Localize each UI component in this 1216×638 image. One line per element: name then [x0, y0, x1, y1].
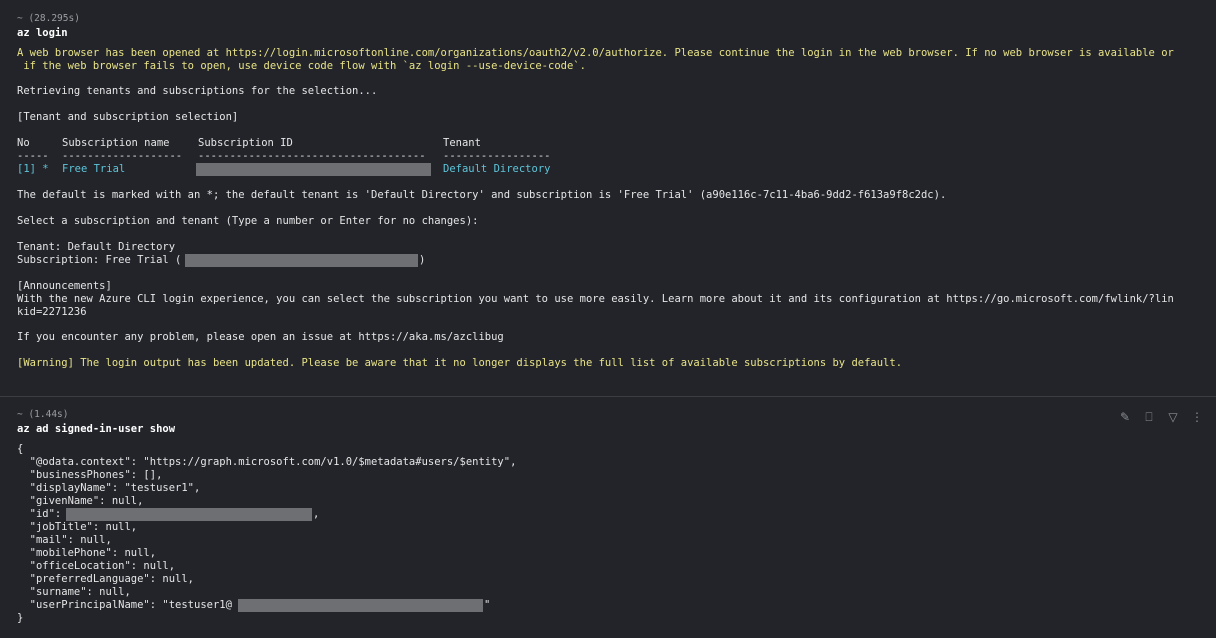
json-line: "givenName": null,	[17, 495, 144, 507]
bookmark-icon[interactable]: ⎕	[1142, 410, 1156, 425]
block-toolbar: ✎ ⎕ ▽ ⋮	[1118, 410, 1204, 425]
retrieving-message: Retrieving tenants and subscriptions for…	[17, 85, 378, 97]
json-line: "mail": null,	[17, 534, 112, 546]
warning-message: [Warning] The login output has been upda…	[17, 357, 903, 369]
command-block-signed-in-user[interactable]: ~ (1.44s) az ad signed-in-user show ✎ ⎕ …	[0, 397, 1216, 638]
announcements-title: [Announcements]	[17, 280, 112, 292]
selection-section-title: [Tenant and subscription selection]	[17, 111, 239, 123]
table-row-tenant: Default Directory	[443, 163, 551, 175]
command-block-az-login[interactable]: ~ (28.295s) az login A web browser has b…	[0, 0, 1216, 396]
table-header-tenant: Tenant	[443, 137, 481, 149]
announcement-line1: With the new Azure CLI login experience,…	[17, 293, 1174, 305]
json-line: "userPrincipalName": "testuser1@	[17, 599, 232, 611]
table-sep-name: -------------------	[62, 150, 183, 162]
browser-message-line2: if the web browser fails to open, use de…	[17, 60, 586, 72]
json-line: "jobTitle": null,	[17, 521, 138, 533]
json-line: "id":	[17, 508, 68, 520]
command-duration: ~ (1.44s)	[17, 409, 69, 420]
json-line: }	[17, 612, 24, 624]
json-line: "displayName": "testuser1",	[17, 482, 201, 494]
redacted-subscription-value	[185, 254, 418, 267]
table-sep-no: -----	[17, 150, 49, 162]
json-line: "preferredLanguage": null,	[17, 573, 195, 585]
redacted-user-id	[66, 508, 312, 521]
table-header-id: Subscription ID	[198, 137, 293, 149]
json-id-suffix: ,	[313, 508, 320, 520]
command-text: az ad signed-in-user show	[17, 423, 176, 435]
problem-message: If you encounter any problem, please ope…	[17, 331, 504, 343]
select-prompt: Select a subscription and tenant (Type a…	[17, 215, 479, 227]
table-sep-id: ------------------------------------	[198, 150, 426, 162]
redacted-subscription-id	[196, 163, 431, 176]
table-row-no: [1] *	[17, 163, 49, 175]
json-line: {	[17, 443, 24, 455]
redacted-upn-domain	[238, 599, 483, 612]
json-line: "businessPhones": [],	[17, 469, 163, 481]
json-line: "officeLocation": null,	[17, 560, 176, 572]
tenant-line: Tenant: Default Directory	[17, 241, 176, 253]
subscription-line-prefix: Subscription: Free Trial (	[17, 254, 182, 266]
table-sep-tenant: -----------------	[443, 150, 551, 162]
default-message: The default is marked with an *; the def…	[17, 189, 947, 201]
json-upn-suffix: "	[484, 599, 491, 611]
subscription-line-suffix: )	[419, 254, 426, 266]
json-line: "surname": null,	[17, 586, 131, 598]
more-icon[interactable]: ⋮	[1190, 410, 1204, 425]
filter-icon[interactable]: ▽	[1166, 410, 1180, 425]
pin-icon[interactable]: ✎	[1118, 410, 1132, 425]
command-text: az login	[17, 27, 68, 39]
command-duration: ~ (28.295s)	[17, 13, 80, 24]
table-row-name: Free Trial	[62, 163, 126, 175]
json-line: "mobilePhone": null,	[17, 547, 157, 559]
table-header-no: No	[17, 137, 30, 149]
table-header-name: Subscription name	[62, 137, 170, 149]
terminal-window: ~ (28.295s) az login A web browser has b…	[0, 0, 1216, 638]
json-line: "@odata.context": "https://graph.microso…	[17, 456, 517, 468]
browser-message-line1: A web browser has been opened at https:/…	[17, 47, 1174, 59]
announcement-line2: kid=2271236	[17, 306, 87, 318]
